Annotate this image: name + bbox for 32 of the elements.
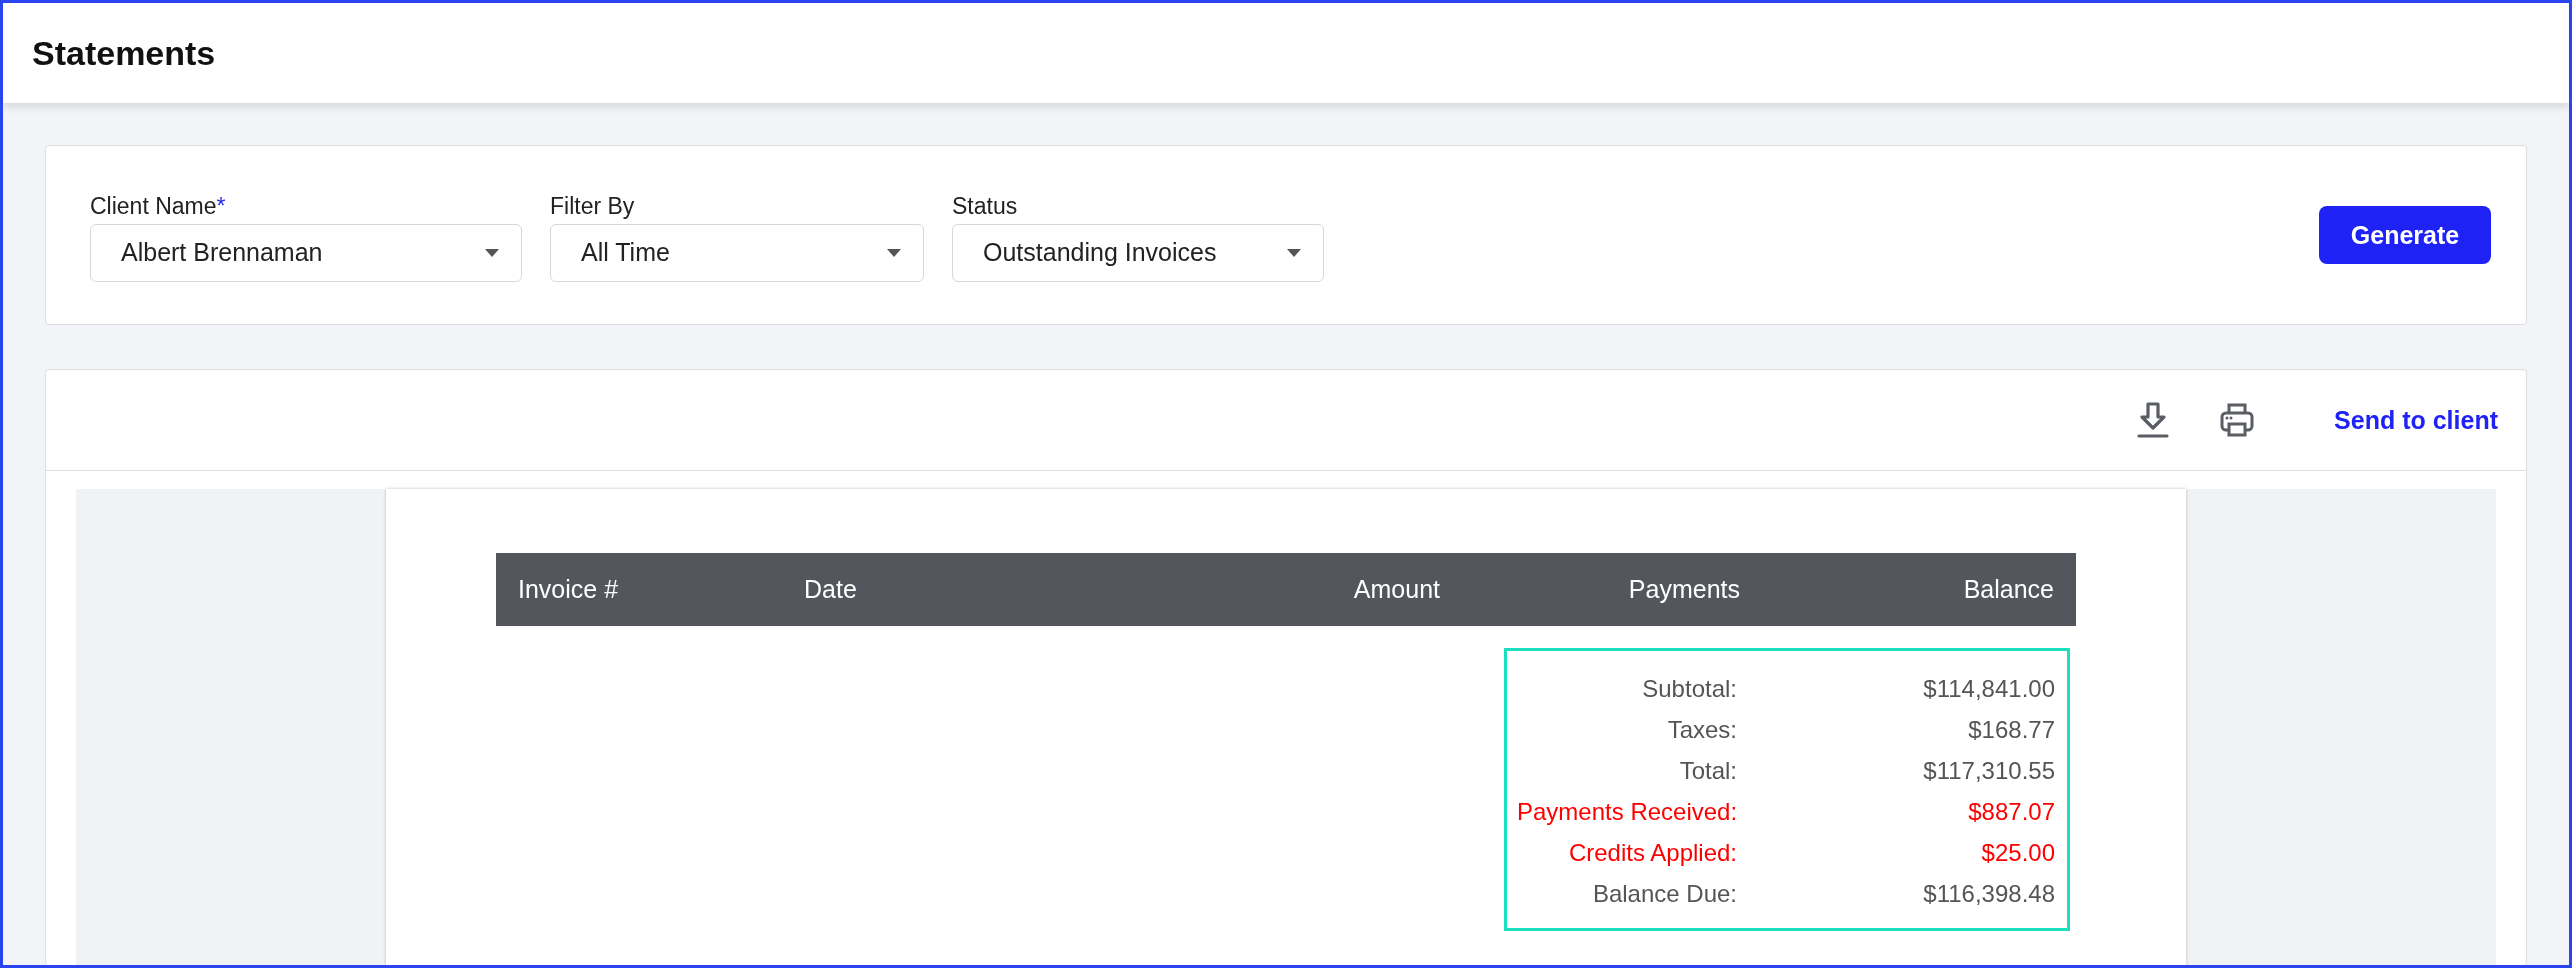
summary-label: Total: <box>1678 756 1737 786</box>
caret-icon <box>887 248 901 257</box>
field-label: Filter By <box>550 192 636 220</box>
summary-label: Payments Received: <box>1517 797 1737 827</box>
column-header: Invoice # <box>518 575 620 604</box>
required-asterisk: * <box>216 192 226 219</box>
summary-label: Taxes: <box>1666 715 1737 745</box>
column-header: Amount <box>1352 575 1440 604</box>
caret-icon <box>485 248 499 257</box>
print-icon[interactable] <box>2220 403 2255 437</box>
summary-label: Credits Applied: <box>1567 838 1737 868</box>
send-to-client-link[interactable]: Send to client <box>2334 405 2498 435</box>
field-label: Status <box>952 192 1019 220</box>
dropdown-field[interactable]: Albert Brennaman <box>90 223 522 282</box>
caret-icon <box>1287 248 1301 257</box>
summary-label: Balance Due: <box>1591 879 1737 909</box>
download-icon[interactable] <box>2136 402 2171 438</box>
column-header: Payments <box>1627 575 1740 604</box>
summary-value: $25.00 <box>1980 838 2055 868</box>
column-header: Date <box>804 575 858 604</box>
dropdown-field[interactable]: All Time <box>550 223 924 282</box>
dropdown-field[interactable]: Outstanding Invoices <box>952 223 1324 282</box>
column-header: Balance <box>1962 575 2054 604</box>
summary-label: Subtotal: <box>1641 674 1737 704</box>
summary-value: $168.77 <box>1967 715 2055 745</box>
field-label: Client Name* <box>90 192 227 220</box>
summary-value: $117,310.55 <box>1922 756 2055 786</box>
summary-value: $114,841.00 <box>1922 674 2055 704</box>
page-title: Statements <box>32 33 216 73</box>
summary-value: $116,398.48 <box>1922 879 2055 909</box>
generate-button[interactable]: Generate <box>2319 206 2491 264</box>
summary-value: $887.07 <box>1967 797 2055 827</box>
